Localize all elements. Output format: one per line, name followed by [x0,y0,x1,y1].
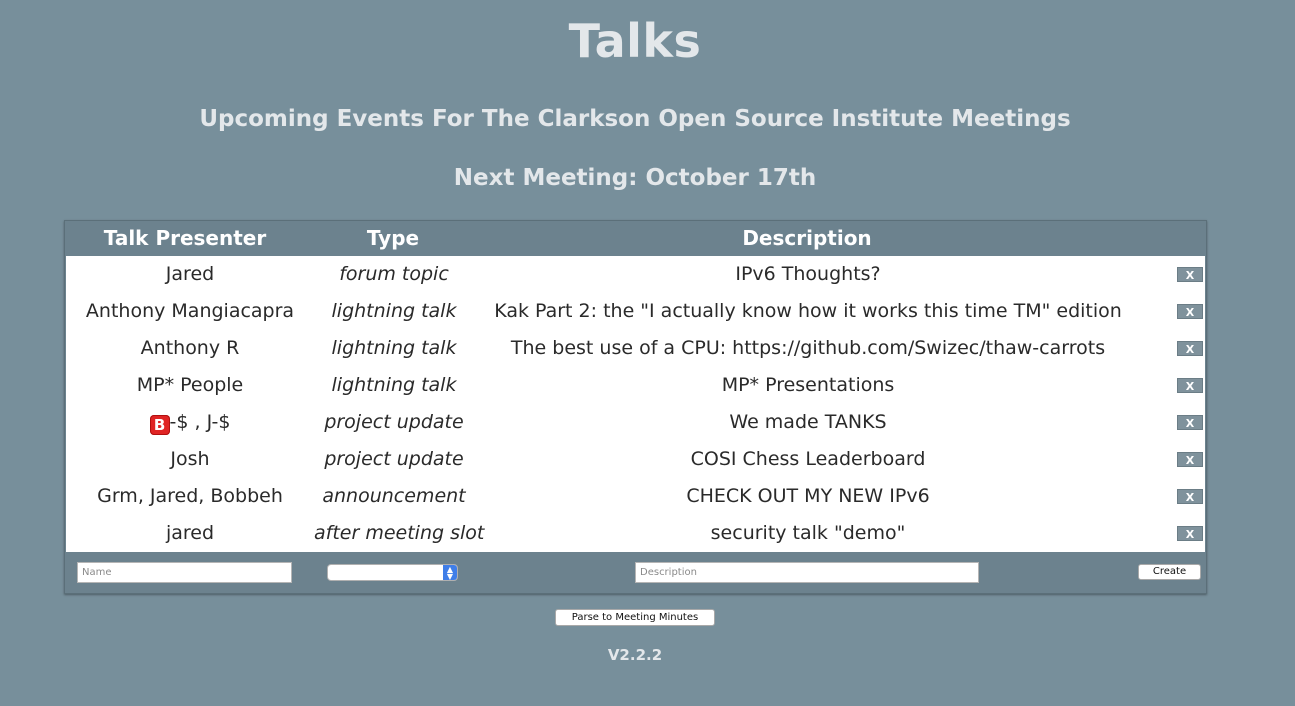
name-input[interactable] [77,562,292,583]
type-cell: project update [324,411,464,433]
select-arrows-icon: ▲ ▼ [443,565,457,580]
version-label: V2.2.2 [607,646,663,664]
presenter-cell: MP* People [136,374,244,396]
type-cell: announcement [322,485,466,507]
b-button-emoji-icon: B [149,415,170,435]
talks-table: Talk Presenter Type Description Jared fo… [64,220,1207,594]
description-cell: IPv6 Thoughts? [735,263,881,285]
type-cell: lightning talk [331,337,457,359]
table-row: Jared forum topic IPv6 Thoughts? X [66,256,1205,293]
description-cell: Kak Part 2: the "I actually know how it … [494,300,1122,322]
delete-button[interactable]: X [1177,415,1203,430]
page-title: Talks [568,14,702,68]
table-row: Anthony Mangiacapra lightning talk Kak P… [66,293,1205,330]
table-row: MP* People lightning talk MP* Presentati… [66,367,1205,404]
description-cell: COSI Chess Leaderboard [690,448,926,470]
type-select[interactable]: ▲ ▼ [327,564,458,581]
delete-button[interactable]: X [1177,341,1203,356]
new-talk-form: ▲▼ Create [65,552,1206,593]
description-cell: CHECK OUT MY NEW IPv6 [686,485,930,507]
type-cell: lightning talk [331,300,457,322]
type-cell: project update [324,448,464,470]
description-cell: security talk "demo" [710,522,906,544]
table-row: B -$ , J-$ project update We made TANKS X [66,404,1205,441]
presenter-cell: Anthony Mangiacapra [85,300,295,322]
table-row: Anthony R lightning talk The best use of… [66,330,1205,367]
parse-to-meeting-minutes-button[interactable]: Parse to Meeting Minutes [555,609,715,626]
create-button[interactable]: Create [1138,564,1201,580]
column-header-presenter: Talk Presenter [103,226,267,250]
table-body: Jared forum topic IPv6 Thoughts? X Antho… [66,256,1205,552]
column-header-type: Type [366,226,420,250]
description-cell: We made TANKS [729,411,887,433]
presenter-cell: Josh [170,448,210,470]
presenter-text: -$ , J-$ [169,411,231,433]
table-row: Grm, Jared, Bobbeh announcement CHECK OU… [66,478,1205,515]
description-input[interactable] [635,562,979,583]
type-cell: after meeting slot [314,522,485,544]
table-row: Josh project update COSI Chess Leaderboa… [66,441,1205,478]
delete-button[interactable]: X [1177,267,1203,282]
description-cell: The best use of a CPU: https://github.co… [510,337,1106,359]
delete-button[interactable]: X [1177,378,1203,393]
presenter-cell: jared [165,522,215,544]
type-cell: lightning talk [331,374,457,396]
presenter-cell: Jared [165,263,215,285]
type-cell: forum topic [339,263,449,285]
delete-button[interactable]: X [1177,452,1203,467]
delete-button[interactable]: X [1177,304,1203,319]
column-header-description: Description [742,226,872,250]
presenter-cell: B -$ , J-$ [66,404,314,441]
description-cell: MP* Presentations [721,374,895,396]
table-header: Talk Presenter Type Description [65,221,1206,256]
table-row: jared after meeting slot security talk "… [66,515,1205,552]
presenter-cell: Grm, Jared, Bobbeh [97,485,283,507]
delete-button[interactable]: X [1177,526,1203,541]
next-meeting-heading: Next Meeting: October 17th [453,165,817,191]
presenter-cell: Anthony R [140,337,240,359]
page: Talks Upcoming Events For The Clarkson O… [0,0,1295,706]
delete-button[interactable]: X [1177,489,1203,504]
page-subtitle: Upcoming Events For The Clarkson Open So… [199,106,1071,132]
